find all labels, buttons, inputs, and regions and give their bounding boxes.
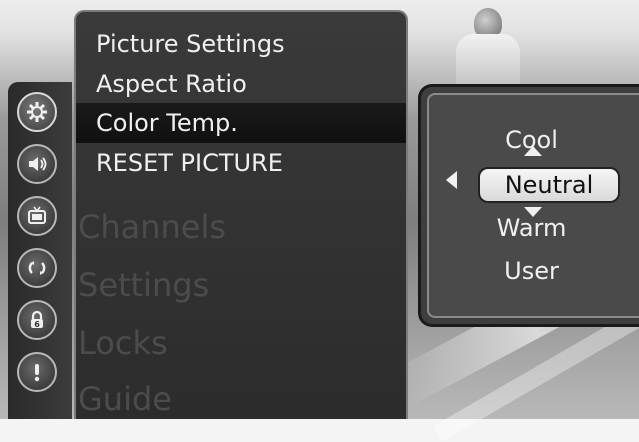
picture-menu: Channels Settings Locks Guide Picture Se…	[74, 10, 408, 419]
menu-item-aspect-ratio[interactable]: Aspect Ratio	[76, 64, 406, 104]
background-player-image	[452, 8, 524, 94]
menu-item-picture-settings[interactable]: Picture Settings	[76, 24, 406, 64]
arrow-left-icon[interactable]	[446, 171, 457, 189]
speaker-icon[interactable]	[17, 144, 57, 184]
menu-item-reset-picture[interactable]: RESET PICTURE	[76, 143, 406, 183]
tv-icon[interactable]	[17, 196, 57, 236]
category-sidebar: 6	[8, 82, 72, 419]
option-warm[interactable]: Warm	[421, 213, 639, 243]
arrows-cycle-icon[interactable]	[17, 248, 57, 288]
menu-item-color-temp[interactable]: Color Temp.	[76, 103, 406, 143]
svg-text:6: 6	[34, 320, 40, 329]
arrow-up-icon[interactable]	[524, 146, 542, 156]
background-menu-label: Settings	[78, 266, 210, 304]
option-user[interactable]: User	[421, 256, 639, 286]
background-menu-label: Locks	[78, 324, 168, 362]
lock-icon[interactable]: 6	[17, 300, 57, 340]
arrow-down-icon[interactable]	[524, 207, 542, 217]
exclamation-icon[interactable]	[17, 352, 57, 392]
option-neutral-selected[interactable]: Neutral	[478, 167, 620, 203]
gear-icon[interactable]	[17, 92, 57, 132]
background-menu-label: Channels	[78, 208, 227, 246]
color-temp-dialog: Cool Neutral Warm User	[418, 84, 639, 327]
background-menu-label: Guide	[78, 380, 172, 418]
